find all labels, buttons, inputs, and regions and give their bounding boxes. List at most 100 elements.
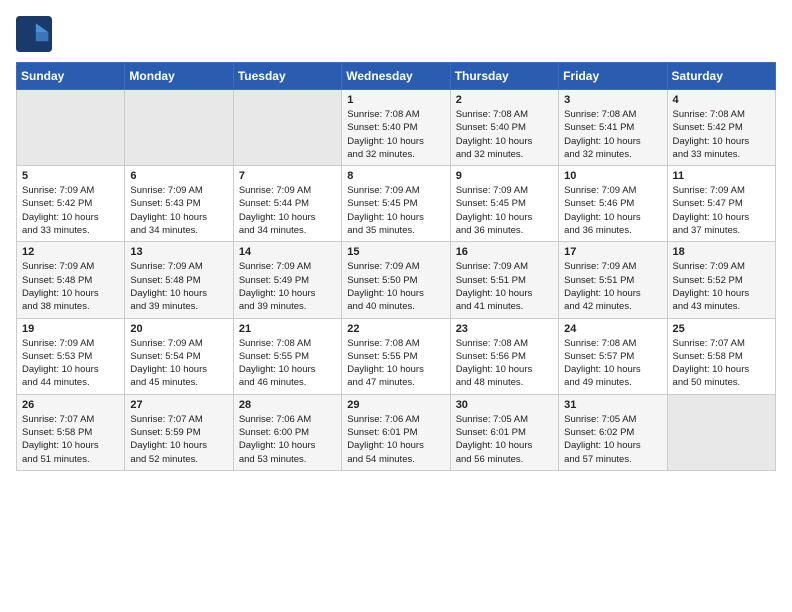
day-cell: 14 Sunrise: 7:09 AMSunset: 5:49 PMDayligh… xyxy=(233,242,341,318)
day-number: 18 xyxy=(673,246,770,258)
day-cell: 17Sunrise: 7:09 AMSunset: 5:51 PMDayligh… xyxy=(559,242,667,318)
week-row-2: 5Sunrise: 7:09 AMSunset: 5:42 PMDaylight… xyxy=(17,166,776,242)
calendar-table: SundayMondayTuesdayWednesdayThursdayFrid… xyxy=(16,62,776,471)
day-cell: 29Sunrise: 7:06 AMSunset: 6:01 PMDayligh… xyxy=(342,394,450,470)
day-number: 22 xyxy=(347,323,444,335)
day-info: Sunrise: 7:09 AMSunset: 5:47 PMDaylight:… xyxy=(673,184,770,237)
day-info: Sunrise: 7:08 AMSunset: 5:42 PMDaylight:… xyxy=(673,108,770,161)
day-number: 24 xyxy=(564,323,661,335)
day-number: 2 xyxy=(456,94,553,106)
week-row-3: 12 Sunrise: 7:09 AMSunset: 5:48 PMDayligh… xyxy=(17,242,776,318)
day-number: 4 xyxy=(673,94,770,106)
day-cell: 5Sunrise: 7:09 AMSunset: 5:42 PMDaylight… xyxy=(17,166,125,242)
calendar-body: 1 Sunrise: 7:08 AMSunset: 5:40 PMDaylight… xyxy=(17,90,776,471)
day-info: Sunrise: 7:09 AMSunset: 5:46 PMDaylight:… xyxy=(564,184,661,237)
day-cell: 25Sunrise: 7:07 AMSunset: 5:58 PMDayligh… xyxy=(667,318,775,394)
header-row: SundayMondayTuesdayWednesdayThursdayFrid… xyxy=(17,63,776,90)
day-number: 19 xyxy=(22,323,119,335)
day-cell: 20 Sunrise: 7:09 AMSunset: 5:54 PMDayligh… xyxy=(125,318,233,394)
day-info: Sunrise: 7:08 AMSunset: 5:55 PMDaylight:… xyxy=(347,337,444,390)
day-info: Sunrise: 7:07 AMSunset: 5:59 PMDaylight:… xyxy=(130,413,227,466)
day-cell: 23 Sunrise: 7:08 AMSunset: 5:56 PMDayligh… xyxy=(450,318,558,394)
day-number: 14 xyxy=(239,246,336,258)
day-info: Sunrise: 7:09 AMSunset: 5:52 PMDaylight:… xyxy=(673,260,770,313)
day-info: Sunrise: 7:09 AMSunset: 5:45 PMDaylight:… xyxy=(456,184,553,237)
day-cell: 24Sunrise: 7:08 AMSunset: 5:57 PMDayligh… xyxy=(559,318,667,394)
day-info: Sunrise: 7:09 AMSunset: 5:53 PMDaylight:… xyxy=(22,337,119,390)
day-info: Sunrise: 7:09 AMSunset: 5:51 PMDaylight:… xyxy=(456,260,553,313)
calendar-header: SundayMondayTuesdayWednesdayThursdayFrid… xyxy=(17,63,776,90)
day-number: 27 xyxy=(130,399,227,411)
day-cell: 12 Sunrise: 7:09 AMSunset: 5:48 PMDayligh… xyxy=(17,242,125,318)
header-cell-friday: Friday xyxy=(559,63,667,90)
header-cell-sunday: Sunday xyxy=(17,63,125,90)
day-number: 10 xyxy=(564,170,661,182)
day-info: Sunrise: 7:08 AMSunset: 5:56 PMDaylight:… xyxy=(456,337,553,390)
day-info: Sunrise: 7:09 AMSunset: 5:49 PMDaylight:… xyxy=(239,260,336,313)
day-cell: 16 Sunrise: 7:09 AMSunset: 5:51 PMDayligh… xyxy=(450,242,558,318)
day-cell: 9 Sunrise: 7:09 AMSunset: 5:45 PMDaylight… xyxy=(450,166,558,242)
day-cell: 18 Sunrise: 7:09 AMSunset: 5:52 PMDayligh… xyxy=(667,242,775,318)
day-number: 6 xyxy=(130,170,227,182)
day-info: Sunrise: 7:08 AMSunset: 5:55 PMDaylight:… xyxy=(239,337,336,390)
day-number: 12 xyxy=(22,246,119,258)
day-number: 8 xyxy=(347,170,444,182)
day-info: Sunrise: 7:09 AMSunset: 5:43 PMDaylight:… xyxy=(130,184,227,237)
day-info: Sunrise: 7:08 AMSunset: 5:40 PMDaylight:… xyxy=(456,108,553,161)
day-info: Sunrise: 7:06 AMSunset: 6:00 PMDaylight:… xyxy=(239,413,336,466)
day-number: 31 xyxy=(564,399,661,411)
day-info: Sunrise: 7:05 AMSunset: 6:02 PMDaylight:… xyxy=(564,413,661,466)
day-number: 7 xyxy=(239,170,336,182)
day-cell: 28 Sunrise: 7:06 AMSunset: 6:00 PMDayligh… xyxy=(233,394,341,470)
day-cell xyxy=(667,394,775,470)
day-cell: 3 Sunrise: 7:08 AMSunset: 5:41 PMDaylight… xyxy=(559,90,667,166)
day-cell: 7 Sunrise: 7:09 AMSunset: 5:44 PMDaylight… xyxy=(233,166,341,242)
page-header xyxy=(16,16,776,52)
day-cell xyxy=(233,90,341,166)
logo xyxy=(16,16,56,52)
header-cell-tuesday: Tuesday xyxy=(233,63,341,90)
header-cell-wednesday: Wednesday xyxy=(342,63,450,90)
day-cell: 4 Sunrise: 7:08 AMSunset: 5:42 PMDaylight… xyxy=(667,90,775,166)
day-info: Sunrise: 7:09 AMSunset: 5:44 PMDaylight:… xyxy=(239,184,336,237)
day-number: 17 xyxy=(564,246,661,258)
day-number: 1 xyxy=(347,94,444,106)
week-row-1: 1 Sunrise: 7:08 AMSunset: 5:40 PMDaylight… xyxy=(17,90,776,166)
day-cell: 10 Sunrise: 7:09 AMSunset: 5:46 PMDayligh… xyxy=(559,166,667,242)
day-number: 25 xyxy=(673,323,770,335)
day-cell: 6 Sunrise: 7:09 AMSunset: 5:43 PMDaylight… xyxy=(125,166,233,242)
day-number: 11 xyxy=(673,170,770,182)
day-info: Sunrise: 7:09 AMSunset: 5:50 PMDaylight:… xyxy=(347,260,444,313)
header-cell-thursday: Thursday xyxy=(450,63,558,90)
day-cell: 2 Sunrise: 7:08 AMSunset: 5:40 PMDaylight… xyxy=(450,90,558,166)
day-cell: 1 Sunrise: 7:08 AMSunset: 5:40 PMDaylight… xyxy=(342,90,450,166)
day-number: 16 xyxy=(456,246,553,258)
logo-icon xyxy=(16,16,52,52)
day-cell: 26Sunrise: 7:07 AMSunset: 5:58 PMDayligh… xyxy=(17,394,125,470)
day-cell: 15 Sunrise: 7:09 AMSunset: 5:50 PMDayligh… xyxy=(342,242,450,318)
day-number: 15 xyxy=(347,246,444,258)
day-info: Sunrise: 7:08 AMSunset: 5:40 PMDaylight:… xyxy=(347,108,444,161)
day-cell: 22 Sunrise: 7:08 AMSunset: 5:55 PMDayligh… xyxy=(342,318,450,394)
day-info: Sunrise: 7:09 AMSunset: 5:48 PMDaylight:… xyxy=(22,260,119,313)
day-number: 21 xyxy=(239,323,336,335)
day-number: 3 xyxy=(564,94,661,106)
day-number: 26 xyxy=(22,399,119,411)
day-cell xyxy=(125,90,233,166)
day-cell: 30Sunrise: 7:05 AMSunset: 6:01 PMDayligh… xyxy=(450,394,558,470)
day-info: Sunrise: 7:08 AMSunset: 5:41 PMDaylight:… xyxy=(564,108,661,161)
week-row-5: 26Sunrise: 7:07 AMSunset: 5:58 PMDayligh… xyxy=(17,394,776,470)
day-info: Sunrise: 7:09 AMSunset: 5:48 PMDaylight:… xyxy=(130,260,227,313)
day-info: Sunrise: 7:09 AMSunset: 5:45 PMDaylight:… xyxy=(347,184,444,237)
day-number: 28 xyxy=(239,399,336,411)
day-number: 23 xyxy=(456,323,553,335)
header-cell-saturday: Saturday xyxy=(667,63,775,90)
day-number: 5 xyxy=(22,170,119,182)
day-number: 9 xyxy=(456,170,553,182)
day-info: Sunrise: 7:05 AMSunset: 6:01 PMDaylight:… xyxy=(456,413,553,466)
header-cell-monday: Monday xyxy=(125,63,233,90)
day-info: Sunrise: 7:09 AMSunset: 5:54 PMDaylight:… xyxy=(130,337,227,390)
week-row-4: 19 Sunrise: 7:09 AMSunset: 5:53 PMDayligh… xyxy=(17,318,776,394)
day-number: 20 xyxy=(130,323,227,335)
day-cell: 11 Sunrise: 7:09 AMSunset: 5:47 PMDayligh… xyxy=(667,166,775,242)
